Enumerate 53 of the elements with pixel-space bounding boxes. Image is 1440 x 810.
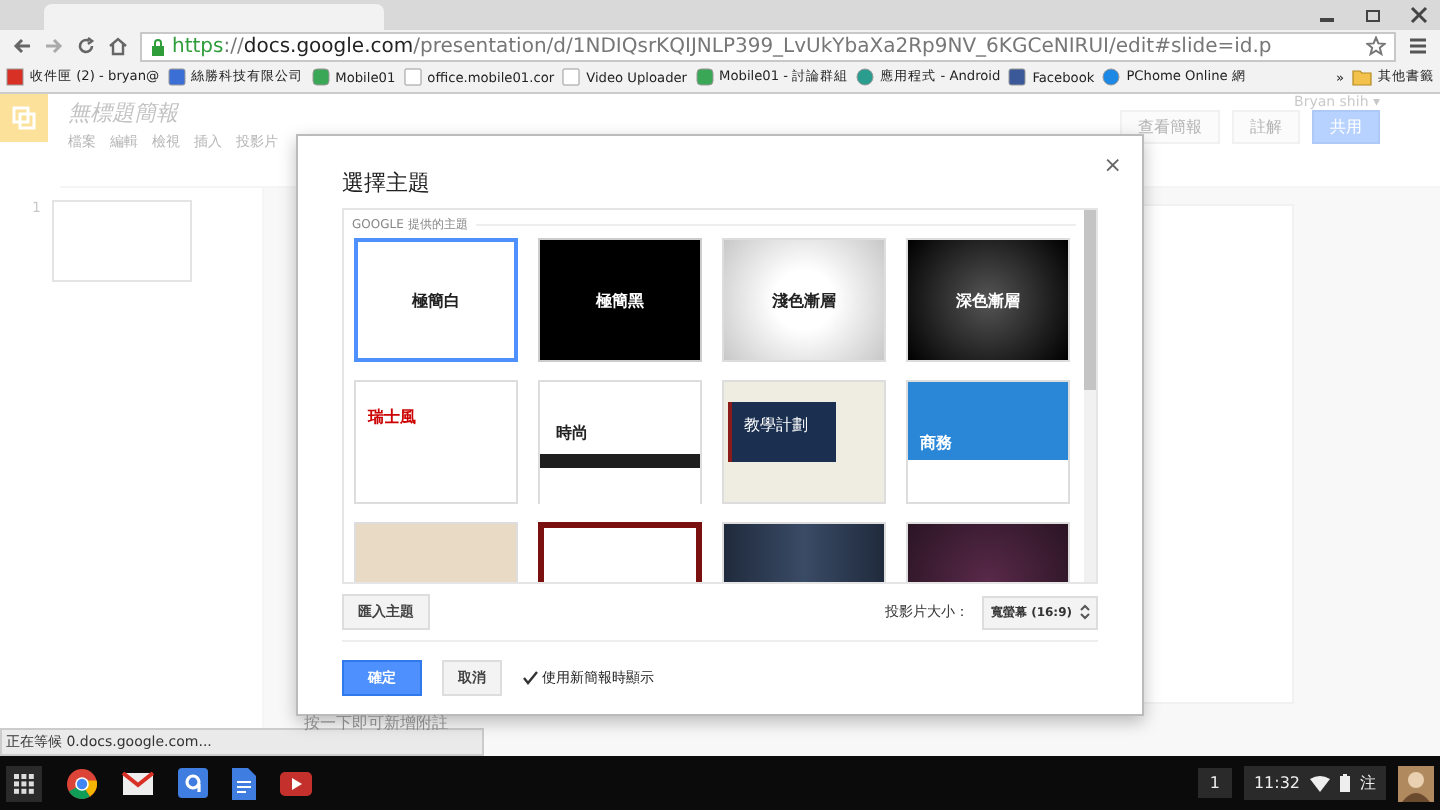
scrollbar-thumb[interactable] [1084,210,1096,390]
restore-icon[interactable] [1364,6,1382,24]
bookmark-icon [311,68,330,86]
theme-name: 瑞士風 [368,406,416,428]
sort-arrows-icon [1080,604,1090,620]
document-icon[interactable] [232,767,256,799]
theme-name: 深色漸層 [956,289,1020,311]
bookmark-icon [856,68,875,86]
avatar[interactable] [1398,765,1434,801]
theme-name: 商務 [920,431,952,453]
bookmark-icon [403,68,422,86]
theme-name: 極簡白 [412,289,460,311]
wifi-icon [1310,775,1330,791]
browser-icon[interactable] [66,767,98,799]
theme-thumbnail[interactable]: 商務 [906,380,1070,504]
bookmark-icon [167,68,186,86]
search-app-icon[interactable] [178,768,208,798]
back-icon[interactable] [12,36,32,56]
launcher-button[interactable] [6,765,42,801]
menu-icon[interactable] [1408,36,1428,56]
theme-thumbnail[interactable]: 教學計劃 [722,380,886,504]
home-icon[interactable] [108,36,128,56]
dialog-title: 選擇主題 [342,168,430,198]
bookmark-icon [1102,68,1121,86]
bookmark-icon [695,68,714,86]
star-icon[interactable] [1366,36,1386,56]
theme-name: 極簡黑 [596,289,644,311]
checkbox[interactable] [522,670,538,686]
close-icon[interactable] [1410,6,1428,24]
video-app-icon[interactable] [280,771,312,795]
theme-name: 教學計劃 [728,402,836,462]
bookmark-icon [1008,68,1027,86]
theme-thumbnail[interactable]: 淺色漸層 [722,238,886,362]
address-field[interactable]: https://docs.google.com/presentation/d/1NDIQsrKQIJNLP399_LvUkYbaXa2Rp9NV_6KGCeNIRUI/edit#slide=id.p [140,31,1396,61]
slide-thumbnail[interactable] [52,200,193,282]
folder-icon [1352,68,1372,86]
theme-name: 淺色漸層 [772,289,836,311]
theme-thumbnail[interactable]: 時尚 [538,380,702,504]
theme-thumbnail[interactable]: 深色漸層 [906,238,1070,362]
theme-thumbnail[interactable]: 瑞士風 [354,380,518,504]
theme-thumbnail[interactable]: 極簡黑 [538,238,702,362]
mail-icon[interactable] [122,771,154,795]
bookmark-icon [6,68,24,86]
grid-icon [14,773,34,793]
bookmark-icon [562,68,581,86]
theme-name: 時尚 [556,422,588,444]
close-button[interactable]: × [1103,152,1122,178]
battery-icon [1340,774,1350,792]
reload-icon[interactable] [76,36,96,56]
theme-thumbnail[interactable]: 極簡白 [354,238,518,362]
system-tray[interactable]: 11:32 注 [1243,766,1386,800]
notification-count[interactable]: 1 [1197,768,1232,798]
lock-icon [150,37,166,55]
